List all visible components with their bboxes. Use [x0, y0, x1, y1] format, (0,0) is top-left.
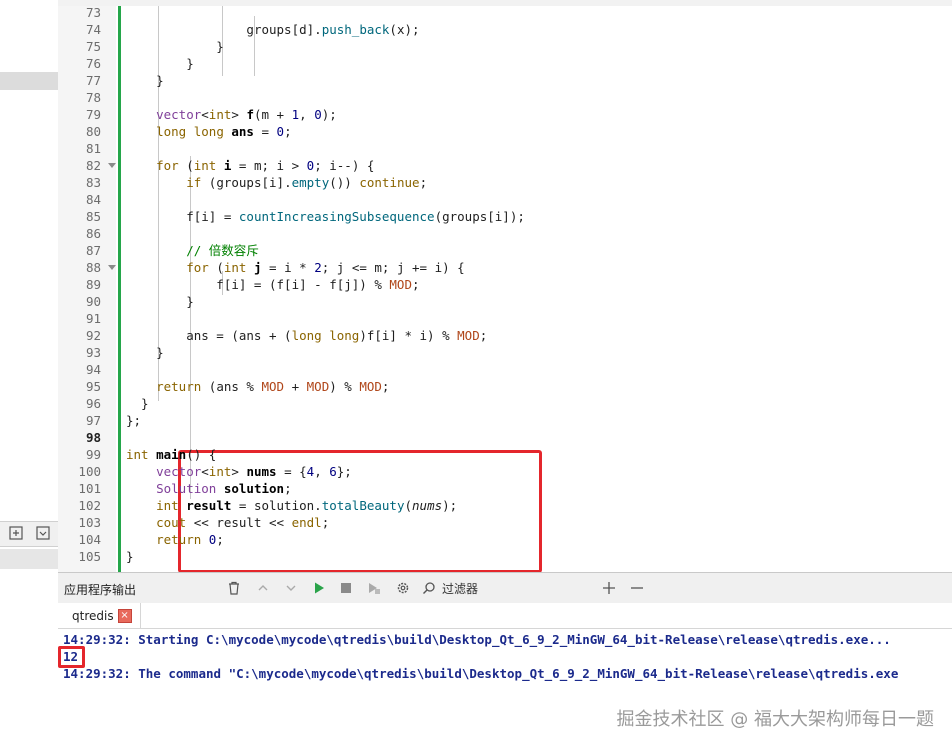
code-line: vector<int> f(m + 1, 0); — [156, 107, 337, 122]
code-line: return (ans % MOD + MOD) % MOD; — [156, 379, 390, 394]
settings-icon[interactable] — [394, 579, 412, 597]
line-number: 78 — [85, 90, 101, 105]
line-number: 77 — [85, 73, 101, 88]
code-line: } — [126, 396, 149, 411]
sidebar-open-doc-row[interactable] — [0, 549, 58, 569]
code-line: long long ans = 0; — [156, 124, 292, 139]
fold-toggle-icon[interactable] — [108, 163, 116, 168]
line-number: 74 — [85, 22, 101, 37]
line-number: 89 — [85, 277, 101, 292]
fold-toggle-icon[interactable] — [108, 265, 116, 270]
line-number: 98 — [85, 430, 101, 445]
watermark: 掘金技术社区 @ 福大大架构师每日一题 — [616, 709, 934, 730]
code-line: } — [126, 345, 164, 360]
code-line: int result = solution.totalBeauty(nums); — [156, 498, 458, 513]
attach-icon[interactable] — [365, 579, 383, 597]
code-line: for (int j = i * 2; j <= m; j += i) { — [186, 260, 465, 275]
line-number: 105 — [78, 549, 101, 564]
down-icon[interactable] — [282, 579, 300, 597]
line-number: 87 — [85, 243, 101, 258]
stop-icon[interactable] — [337, 579, 355, 597]
code-line: vector<int> nums = {4, 6}; — [156, 464, 352, 479]
code-line: ans = (ans + (long long)f[i] * i) % MOD; — [126, 328, 488, 343]
output-pane-header: 应用程序输出 过滤器 — [58, 572, 952, 604]
code-line: }; — [126, 413, 142, 428]
line-number: 101 — [78, 481, 101, 496]
code-line: f[i] = (f[i] - f[j]) % MOD; — [126, 277, 420, 292]
output-tabs: qtredis × — [58, 603, 952, 629]
run-icon[interactable] — [310, 579, 328, 597]
code-line: } — [126, 56, 194, 71]
tab-qtredis[interactable]: qtredis × — [64, 603, 141, 628]
code-line: } — [126, 549, 134, 564]
plus-icon[interactable] — [600, 579, 618, 597]
line-number: 100 — [78, 464, 101, 479]
add-split-icon[interactable] — [8, 525, 24, 541]
code-line: // 倍数容斥 — [186, 243, 259, 258]
code-editor[interactable]: 73 74 groups[d].push_back(x); 75 } 76 } 77 }… — [58, 6, 952, 572]
line-number: 73 — [85, 6, 101, 20]
line-number: 80 — [85, 124, 101, 139]
code-line: cout << result << endl; — [156, 515, 330, 530]
line-number: 94 — [85, 362, 101, 377]
code-line: } — [126, 294, 194, 309]
close-icon[interactable]: × — [117, 608, 132, 623]
code-line: for (int i = m; i > 0; i--) { — [156, 158, 375, 173]
line-number: 102 — [78, 498, 101, 513]
line-number: 86 — [85, 226, 101, 241]
line-number: 93 — [85, 345, 101, 360]
code-line: } — [126, 39, 224, 54]
output-line-command: 14:29:32: The command "C:\mycode\mycode\… — [63, 666, 899, 681]
line-number: 95 — [85, 379, 101, 394]
line-number: 82 — [85, 158, 101, 173]
code-line: int main() { — [126, 447, 217, 462]
code-line: } — [126, 73, 164, 88]
filter-input[interactable]: 过滤器 — [442, 580, 478, 597]
line-number: 81 — [85, 141, 101, 156]
code-line: if (groups[i].empty()) continue; — [186, 175, 428, 190]
sidebar-selected-row[interactable] — [0, 72, 58, 90]
output-pane-title: 应用程序输出 — [64, 583, 137, 597]
line-number: 92 — [85, 328, 101, 343]
minus-icon[interactable] — [628, 579, 646, 597]
left-sidebar — [0, 0, 59, 749]
sidebar-toolbar — [0, 521, 58, 547]
line-number: 75 — [85, 39, 101, 54]
code-line: f[i] = countIncreasingSubsequence(groups… — [126, 209, 525, 224]
line-number: 90 — [85, 294, 101, 309]
code-line: return 0; — [156, 532, 224, 547]
modified-lines-bar — [118, 6, 121, 572]
line-number: 96 — [85, 396, 101, 411]
v: groups — [246, 22, 292, 37]
line-number: 103 — [78, 515, 101, 530]
line-number: 76 — [85, 56, 101, 71]
search-icon — [420, 579, 438, 597]
tab-label: qtredis — [72, 608, 114, 623]
fold-margin[interactable] — [102, 6, 116, 572]
application-output[interactable]: 14:29:32: Starting C:\mycode\mycode\qtre… — [58, 629, 952, 749]
code-line: groups[d].push_back(x); — [246, 22, 420, 37]
line-number: 88 — [85, 260, 101, 275]
line-number: 91 — [85, 311, 101, 326]
trash-icon[interactable] — [225, 579, 243, 597]
up-icon[interactable] — [254, 579, 272, 597]
line-number: 99 — [85, 447, 101, 462]
line-number: 104 — [78, 532, 101, 547]
line-number: 84 — [85, 192, 101, 207]
code-line: Solution solution; — [156, 481, 292, 496]
line-number: 97 — [85, 413, 101, 428]
line-number: 85 — [85, 209, 101, 224]
line-number: 83 — [85, 175, 101, 190]
output-line-start: 14:29:32: Starting C:\mycode\mycode\qtre… — [63, 632, 891, 647]
close-split-icon[interactable] — [35, 525, 51, 541]
line-number: 79 — [85, 107, 101, 122]
